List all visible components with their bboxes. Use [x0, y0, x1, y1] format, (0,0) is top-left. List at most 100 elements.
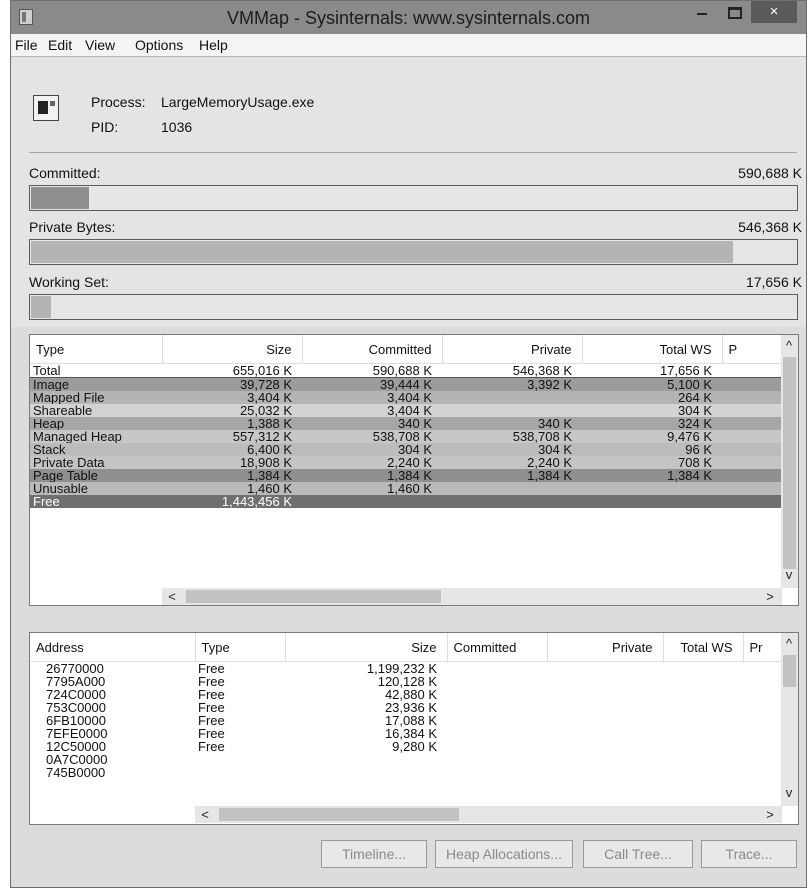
menu-view[interactable]: View: [85, 37, 115, 53]
scroll-thumb[interactable]: [783, 655, 796, 687]
summary-value-cell: [722, 391, 782, 404]
col-header-address[interactable]: Address: [30, 633, 196, 662]
summary-row[interactable]: Page Table 1,384 K 1,384 K 1,384 K 1,384 K: [30, 469, 782, 482]
col-header-size[interactable]: Size: [285, 633, 448, 662]
col-header-committed[interactable]: Committed: [447, 633, 548, 662]
title-bar[interactable]: VMMap - Sysinternals: www.sysinternals.c…: [11, 1, 806, 34]
summary-value-cell: 39,444 K: [379, 377, 432, 391]
size-cell: 1,199,232 K: [366, 661, 437, 675]
address-cell: 7795A000: [46, 675, 106, 688]
summary-row[interactable]: Managed Heap 557,312 K 538,708 K 538,708 K 9…: [30, 430, 782, 443]
summary-value-cell: 340 K: [538, 417, 572, 430]
working-set-fill: [31, 296, 51, 318]
summary-value-cell: [722, 363, 782, 378]
size-cell: 16,384 K: [384, 727, 437, 740]
details-row[interactable]: 7795A000 Free 120,128 K: [30, 675, 783, 688]
menu-edit[interactable]: Edit: [48, 37, 72, 53]
scroll-left-arrow[interactable]: <: [197, 807, 213, 822]
pid-value: 1036: [161, 119, 193, 135]
menu-bar: File Edit View Options Help: [11, 34, 806, 57]
col-header-type[interactable]: Type: [195, 633, 286, 662]
summary-type-cell: Stack: [33, 443, 66, 456]
size-cell: 9,280 K: [392, 740, 437, 753]
summary-value-cell: 5,100 K: [667, 377, 712, 391]
summary-value-cell: 3,404 K: [247, 391, 292, 404]
col-header-type[interactable]: Type: [30, 335, 163, 364]
details-row[interactable]: 6FB10000 Free 17,088 K: [30, 714, 783, 727]
heap-allocations-button[interactable]: Heap Allocations...: [435, 840, 573, 868]
summary-row[interactable]: Shareable 25,032 K 3,404 K 304 K: [30, 404, 782, 417]
summary-value-cell: [582, 482, 722, 495]
details-table: Address Type Size Committed Private Tota…: [30, 633, 784, 779]
type-cell: Free: [198, 740, 225, 753]
col-header-total-ws[interactable]: Total WS: [663, 633, 744, 662]
call-tree-button[interactable]: Call Tree...: [583, 840, 693, 868]
summary-value-cell: 340 K: [398, 417, 432, 430]
details-row[interactable]: 26770000 Free 1,199,232 K: [30, 662, 783, 676]
details-row[interactable]: 0A7C0000: [30, 753, 783, 766]
col-header-private[interactable]: Private: [442, 335, 583, 364]
trace-button[interactable]: Trace...: [701, 840, 797, 868]
scroll-thumb[interactable]: [783, 357, 796, 569]
summary-value-cell: 1,443,456 K: [221, 495, 292, 508]
scroll-down-arrow[interactable]: v: [781, 567, 797, 582]
type-cell: [195, 753, 285, 766]
summary-row[interactable]: Free 1,443,456 K: [30, 495, 782, 508]
summary-row[interactable]: Mapped File 3,404 K 3,404 K 264 K: [30, 391, 782, 404]
minimize-button[interactable]: [689, 1, 715, 23]
type-cell: Free: [198, 661, 225, 675]
details-row[interactable]: 753C0000 Free 23,936 K: [30, 701, 783, 714]
details-row[interactable]: 7EFE0000 Free 16,384 K: [30, 727, 783, 740]
scroll-right-arrow[interactable]: >: [762, 807, 778, 822]
summary-row[interactable]: Stack 6,400 K 304 K 304 K 96 K: [30, 443, 782, 456]
scroll-right-arrow[interactable]: >: [762, 589, 778, 604]
col-header-private-ws[interactable]: P: [722, 335, 783, 364]
summary-row[interactable]: Image 39,728 K 39,444 K 3,392 K 5,100 K: [30, 377, 782, 391]
summary-value-cell: 324 K: [678, 417, 712, 430]
summary-type-cell: Private Data: [33, 456, 105, 469]
size-cell: 17,088 K: [384, 714, 437, 727]
summary-value-cell: 3,404 K: [387, 404, 432, 417]
summary-value-cell: [442, 404, 582, 417]
summary-value-cell: 9,476 K: [667, 430, 712, 443]
menu-help[interactable]: Help: [199, 37, 228, 53]
summary-value-cell: 1,384 K: [667, 469, 712, 482]
summary-value-cell: 3,392 K: [527, 377, 572, 391]
summary-value-cell: [582, 495, 722, 508]
menu-options[interactable]: Options: [135, 37, 183, 53]
scroll-thumb[interactable]: [219, 808, 459, 821]
col-header-size[interactable]: Size: [162, 335, 303, 364]
scroll-up-arrow[interactable]: ^: [781, 636, 797, 651]
details-row[interactable]: 12C50000 Free 9,280 K: [30, 740, 783, 753]
details-horizontal-scrollbar[interactable]: < >: [195, 806, 782, 823]
summary-value-cell: 1,388 K: [247, 417, 292, 430]
summary-row[interactable]: Heap 1,388 K 340 K 340 K 324 K: [30, 417, 782, 430]
summary-row[interactable]: Private Data 18,908 K 2,240 K 2,240 K 708 K: [30, 456, 782, 469]
close-button[interactable]: ×: [751, 1, 797, 23]
menu-file[interactable]: File: [15, 37, 38, 53]
summary-row[interactable]: Total 655,016 K 590,688 K 546,368 K 17,656 K: [30, 363, 782, 378]
summary-horizontal-scrollbar[interactable]: < >: [162, 588, 782, 605]
scroll-left-arrow[interactable]: <: [164, 589, 180, 604]
details-vertical-scrollbar[interactable]: ^ v: [781, 633, 798, 806]
details-row[interactable]: 745B0000: [30, 766, 783, 779]
col-header-committed[interactable]: Committed: [302, 335, 443, 364]
timeline-button[interactable]: Timeline...: [321, 840, 427, 868]
col-header-total-ws[interactable]: Total WS: [582, 335, 723, 364]
type-cell: Free: [198, 675, 225, 688]
summary-value-cell: 590,688 K: [302, 363, 442, 378]
process-label: Process:: [91, 94, 146, 110]
scroll-thumb[interactable]: [186, 590, 441, 603]
details-row[interactable]: 724C0000 Free 42,880 K: [30, 688, 783, 701]
size-cell: 120,128 K: [377, 675, 437, 688]
summary-type-cell: Mapped File: [33, 391, 105, 404]
summary-row[interactable]: Unusable 1,460 K 1,460 K: [30, 482, 782, 495]
summary-value-cell: [442, 495, 582, 508]
scroll-up-arrow[interactable]: ^: [781, 338, 797, 353]
col-header-private-ws[interactable]: Pr: [743, 633, 784, 662]
summary-vertical-scrollbar[interactable]: ^ v: [781, 335, 798, 588]
maximize-button[interactable]: [721, 1, 747, 23]
scroll-down-arrow[interactable]: v: [781, 785, 797, 800]
summary-type-cell: Free: [33, 495, 60, 508]
col-header-private[interactable]: Private: [547, 633, 664, 662]
